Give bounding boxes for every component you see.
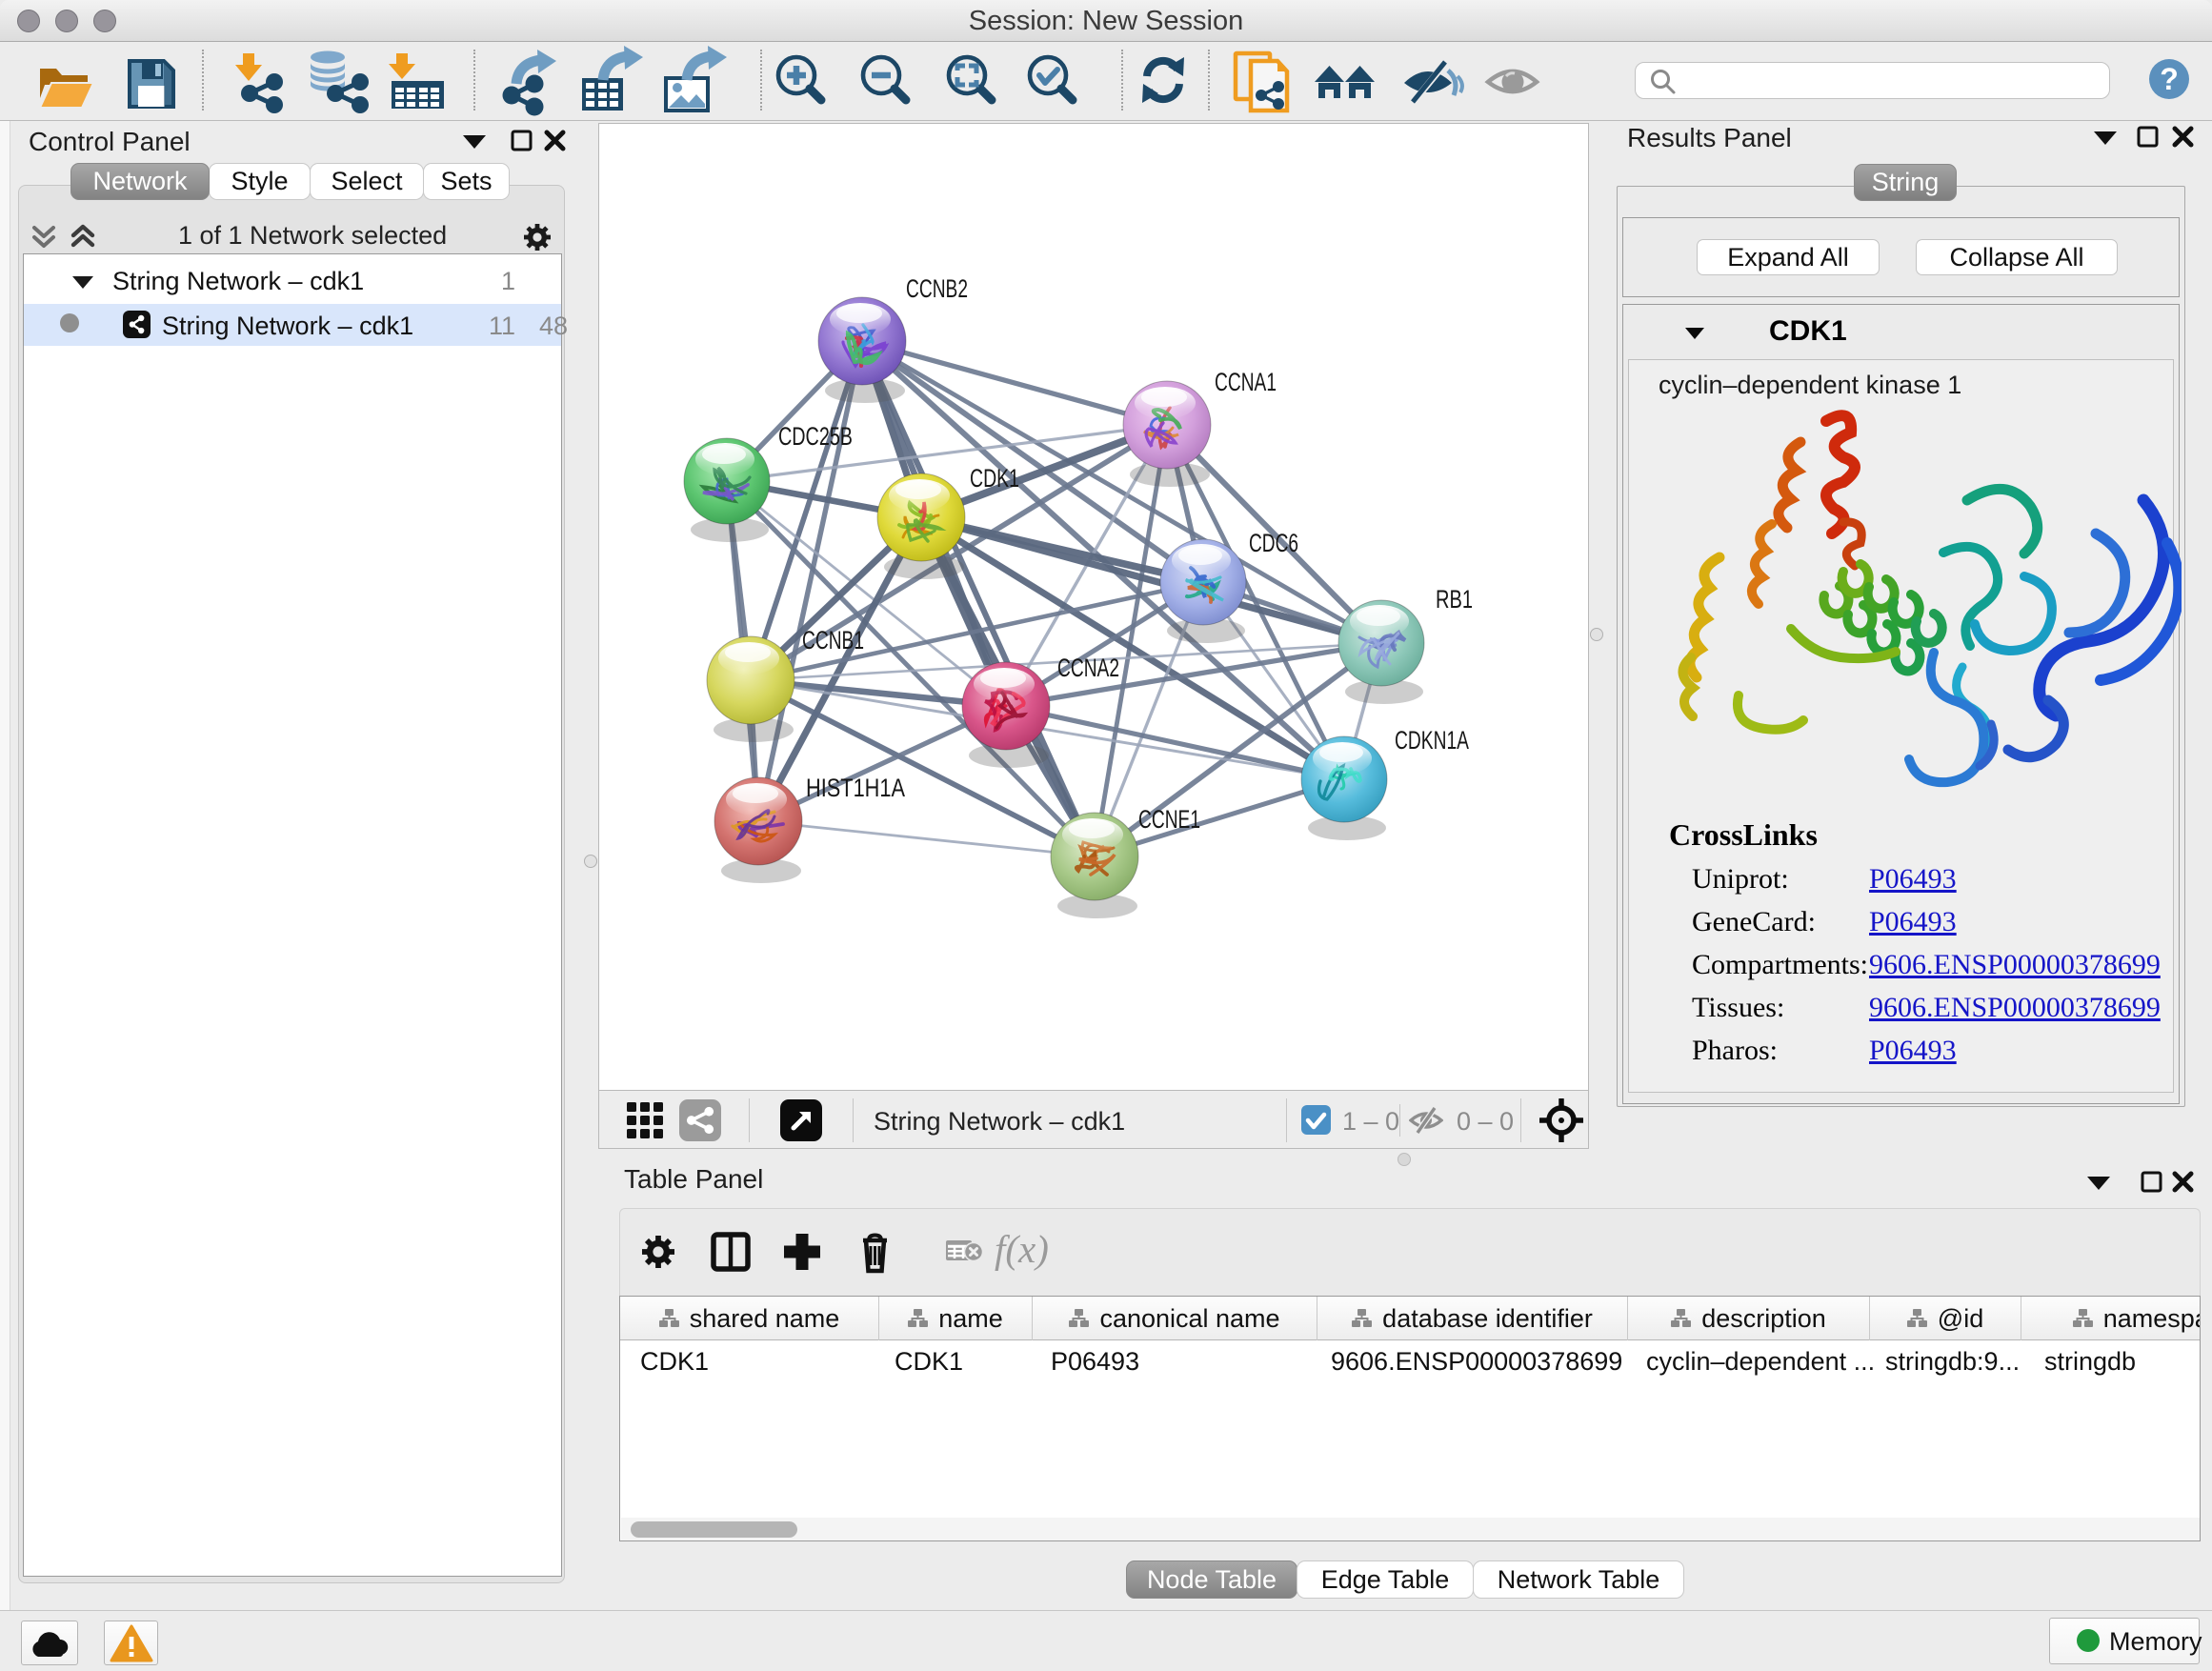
svg-text:CCNA1: CCNA1 [1215,368,1277,396]
svg-text:CCNB2: CCNB2 [906,274,968,303]
svg-text:RB1: RB1 [1436,585,1473,614]
svg-text:CCNB1: CCNB1 [802,626,864,654]
svg-text:?: ? [2160,62,2179,96]
svg-text:CCNE1: CCNE1 [1138,805,1200,834]
svg-text:CDC6: CDC6 [1249,529,1298,557]
svg-text:CDC25B: CDC25B [778,422,853,451]
svg-text:CDKN1A: CDKN1A [1395,726,1469,755]
svg-text:HIST1H1A: HIST1H1A [806,774,905,802]
svg-text:CDK1: CDK1 [970,464,1019,493]
svg-text:CCNA2: CCNA2 [1057,654,1119,682]
